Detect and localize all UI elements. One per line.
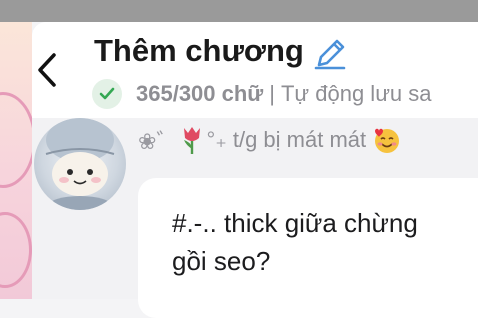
chevron-left-icon — [38, 53, 56, 87]
sender-name-row: ❀゛ °₊ t/g bị mát mát — [138, 120, 402, 160]
autosave-label: Tự động lưu sa — [280, 81, 432, 106]
smiling-face-with-hearts-icon — [375, 128, 400, 153]
avatar[interactable] — [34, 118, 126, 210]
tulip-icon — [184, 127, 201, 154]
word-count: 365/300 chữ — [136, 81, 264, 106]
saved-badge — [92, 79, 122, 109]
status-bar — [0, 0, 478, 22]
background-wallpaper — [0, 22, 32, 299]
back-button[interactable] — [32, 50, 62, 90]
sender-decoration-sparkle: °₊ — [206, 127, 227, 152]
message-text: #.-.. thick giữa chừng gồi seo? — [172, 204, 418, 280]
avatar-character-icon — [45, 118, 115, 210]
editor-header: Thêm chương 365/300 chữ | Tự động lưu sa — [32, 22, 478, 118]
message-text-line: #.-.. thick giữa chừng — [172, 208, 418, 238]
wallpaper-doodle — [0, 212, 32, 288]
sender-decoration: ❀゛ — [138, 129, 179, 154]
message-bubble[interactable]: #.-.. thick giữa chừng gồi seo? — [138, 178, 478, 318]
chapter-editor-panel: Thêm chương 365/300 chữ | Tự động lưu sa — [32, 22, 478, 318]
save-status: 365/300 chữ | Tự động lưu sa — [92, 79, 432, 109]
pencil-icon[interactable] — [312, 36, 348, 72]
status-separator: | — [269, 81, 275, 106]
check-icon — [99, 87, 115, 100]
wallpaper-doodle — [0, 92, 32, 188]
sender-name: t/g bị mát mát — [232, 127, 367, 152]
message-text-line: gồi seo? — [172, 246, 271, 276]
page-title: Thêm chương — [94, 33, 304, 68]
